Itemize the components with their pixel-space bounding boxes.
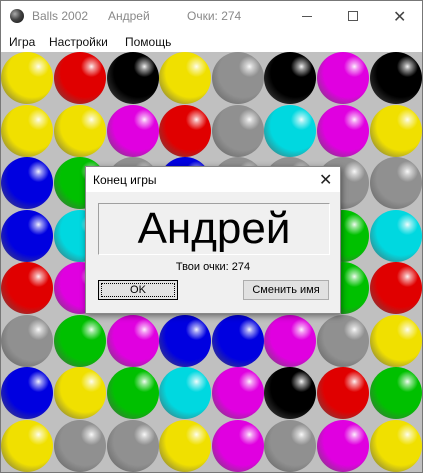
maximize-button[interactable] — [330, 1, 376, 32]
menu-bar: Игра Настройки Помощь — [1, 32, 422, 52]
score-line: Твои очки: 274 — [175, 261, 251, 273]
ball-red[interactable] — [53, 52, 106, 105]
ball-red[interactable] — [316, 367, 369, 420]
title-player-name: Андрей — [108, 9, 150, 23]
change-name-button[interactable]: Сменить имя — [243, 280, 329, 300]
ball-magenta[interactable] — [211, 419, 264, 472]
ball-black[interactable] — [369, 52, 422, 105]
close-icon: ✕ — [319, 172, 333, 189]
ball-black[interactable] — [264, 367, 317, 420]
ball-black[interactable] — [264, 52, 317, 105]
ball-magenta[interactable] — [106, 104, 159, 157]
ball-gray[interactable] — [106, 419, 159, 472]
game-over-dialog: Конец игры ✕ Андрей Твои очки: 274 OK См… — [85, 166, 341, 314]
ball-magenta[interactable] — [316, 52, 369, 105]
ball-green[interactable] — [53, 314, 106, 367]
title-bar[interactable]: Balls 2002 Андрей Очки: 274 ✕ — [1, 1, 422, 32]
ball-gray[interactable] — [211, 104, 264, 157]
ball-yellow[interactable] — [1, 52, 54, 105]
app-title: Balls 2002 — [32, 9, 89, 23]
ball-gray[interactable] — [211, 52, 264, 105]
dialog-close-button[interactable]: ✕ — [308, 167, 340, 192]
title-score: Очки: 274 — [187, 9, 242, 23]
ball-cyan[interactable] — [264, 104, 317, 157]
ball-green[interactable] — [369, 367, 422, 420]
player-name-display: Андрей — [98, 203, 330, 255]
ball-blue[interactable] — [1, 367, 54, 420]
ball-gray[interactable] — [264, 419, 317, 472]
close-window-button[interactable]: ✕ — [376, 1, 422, 32]
ball-black[interactable] — [106, 52, 159, 105]
ok-button-label: OK — [130, 284, 146, 296]
ball-green[interactable] — [106, 367, 159, 420]
ball-yellow[interactable] — [159, 52, 212, 105]
ball-cyan[interactable] — [369, 209, 422, 262]
ball-cyan[interactable] — [159, 367, 212, 420]
ball-yellow[interactable] — [53, 367, 106, 420]
menu-game[interactable]: Игра — [9, 35, 35, 49]
ball-yellow[interactable] — [159, 419, 212, 472]
ball-blue[interactable] — [159, 314, 212, 367]
ball-yellow[interactable] — [1, 419, 54, 472]
ball-magenta[interactable] — [264, 314, 317, 367]
ball-icon — [10, 9, 24, 23]
ball-red[interactable] — [159, 104, 212, 157]
ball-yellow[interactable] — [369, 314, 422, 367]
ball-yellow[interactable] — [369, 104, 422, 157]
close-icon: ✕ — [393, 9, 407, 26]
minimize-button[interactable] — [284, 1, 330, 32]
ball-gray[interactable] — [53, 419, 106, 472]
ball-gray[interactable] — [316, 314, 369, 367]
ball-magenta[interactable] — [316, 419, 369, 472]
ball-red[interactable] — [369, 262, 422, 315]
ball-gray[interactable] — [1, 314, 54, 367]
ok-button[interactable]: OK — [98, 280, 178, 300]
game-window: Balls 2002 Андрей Очки: 274 ✕ Игра Настр… — [0, 0, 423, 473]
dialog-title-bar[interactable]: Конец игры ✕ — [86, 167, 340, 192]
ball-gray[interactable] — [369, 157, 422, 210]
ball-magenta[interactable] — [316, 104, 369, 157]
ball-blue[interactable] — [211, 314, 264, 367]
ball-magenta[interactable] — [106, 314, 159, 367]
ball-yellow[interactable] — [369, 419, 422, 472]
ball-blue[interactable] — [1, 157, 54, 210]
ball-yellow[interactable] — [1, 104, 54, 157]
ball-red[interactable] — [1, 262, 54, 315]
dialog-title: Конец игры — [93, 173, 157, 187]
ball-magenta[interactable] — [211, 367, 264, 420]
ball-yellow[interactable] — [53, 104, 106, 157]
menu-settings[interactable]: Настройки — [49, 35, 108, 49]
ball-blue[interactable] — [1, 209, 54, 262]
menu-help[interactable]: Помощь — [125, 35, 171, 49]
